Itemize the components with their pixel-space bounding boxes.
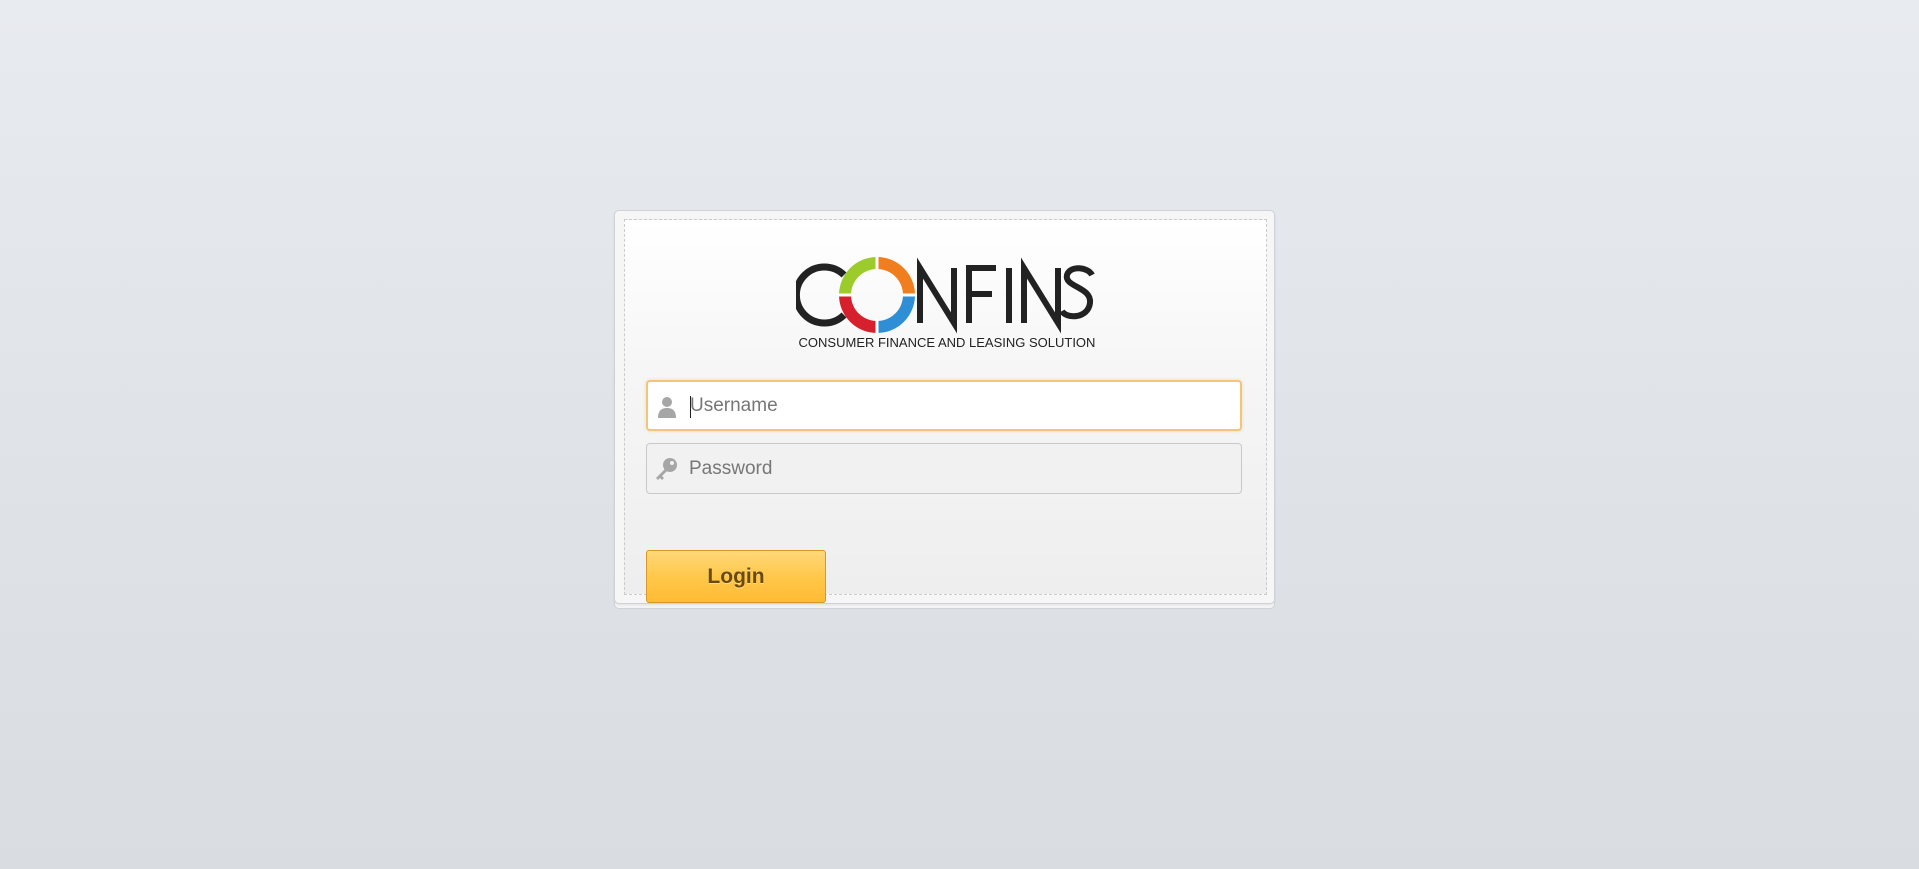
username-field[interactable]	[646, 380, 1242, 431]
confins-logo: CONSUMER FINANCE AND LEASING SOLUTION	[796, 253, 1098, 353]
login-card: CONSUMER FINANCE AND LEASING SOLUTION Us…	[614, 210, 1275, 604]
login-card-stack: CONSUMER FINANCE AND LEASING SOLUTION Us…	[614, 210, 1275, 610]
text-caret	[690, 396, 691, 418]
password-input[interactable]	[689, 444, 1229, 493]
login-button[interactable]: Login	[646, 550, 826, 603]
password-field[interactable]	[646, 443, 1242, 494]
username-input[interactable]	[690, 382, 1230, 429]
key-icon	[653, 456, 679, 482]
login-card-inner: CONSUMER FINANCE AND LEASING SOLUTION Us…	[624, 219, 1267, 603]
user-icon	[654, 394, 680, 420]
logo-tagline: CONSUMER FINANCE AND LEASING SOLUTION	[799, 335, 1096, 350]
